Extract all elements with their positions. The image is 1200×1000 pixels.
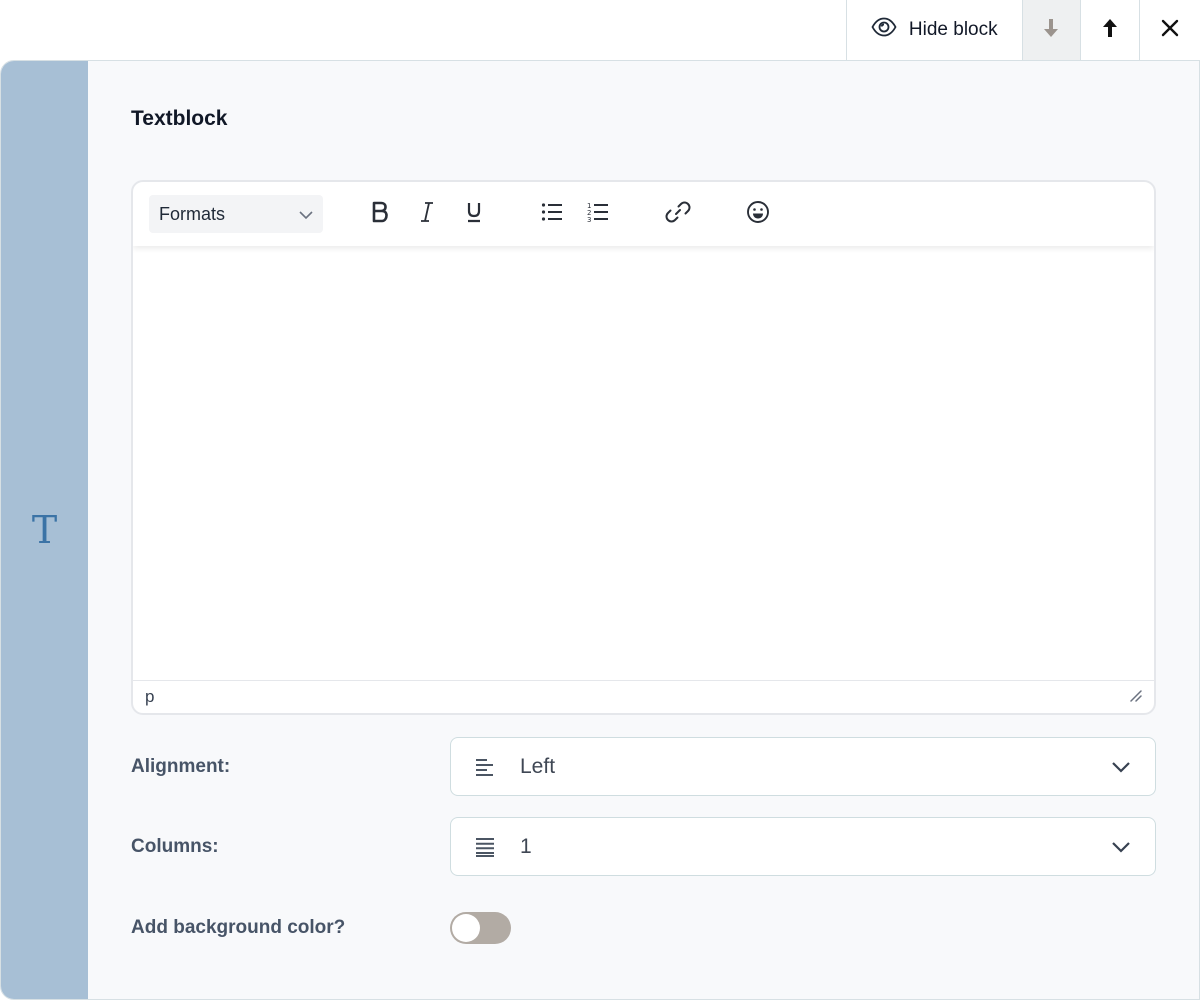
columns-select[interactable]: 1 xyxy=(450,817,1156,876)
alignment-label: Alignment: xyxy=(131,756,231,777)
italic-icon xyxy=(419,201,435,228)
chevron-down-icon xyxy=(1111,761,1131,773)
bullet-list-button[interactable] xyxy=(535,197,569,231)
element-path[interactable]: p xyxy=(145,687,154,707)
toggle-knob xyxy=(452,914,480,942)
emoji-button[interactable] xyxy=(741,197,775,231)
editor-content-area[interactable] xyxy=(133,246,1154,680)
move-down-button[interactable] xyxy=(1022,0,1082,60)
hide-block-label: Hide block xyxy=(908,19,998,40)
emoji-icon xyxy=(746,200,770,229)
numbered-list-icon: 123 xyxy=(587,201,609,228)
italic-button[interactable] xyxy=(410,197,444,231)
formats-dropdown[interactable]: Formats xyxy=(149,195,323,233)
chevron-down-icon xyxy=(299,204,313,225)
underline-button[interactable] xyxy=(457,197,491,231)
editor-statusbar: p xyxy=(133,680,1154,713)
close-icon xyxy=(1161,19,1179,42)
eye-icon xyxy=(871,17,897,43)
svg-text:3: 3 xyxy=(587,216,591,223)
block-title: Textblock xyxy=(131,107,228,130)
background-color-toggle[interactable] xyxy=(450,912,511,944)
editor-toolbar: Formats 1 2 3 xyxy=(133,182,1154,246)
chevron-down-icon xyxy=(1111,841,1131,853)
arrow-up-icon xyxy=(1102,18,1118,43)
numbered-list-button[interactable]: 123 xyxy=(581,197,615,231)
formats-label: Formats xyxy=(159,203,226,224)
bold-button[interactable] xyxy=(363,197,397,231)
background-color-label: Add background color? xyxy=(131,917,346,938)
link-icon xyxy=(665,199,691,230)
move-up-button[interactable] xyxy=(1081,0,1141,60)
align-justify-icon xyxy=(475,837,497,857)
hide-block-button[interactable]: Hide block xyxy=(847,0,1023,60)
align-left-icon xyxy=(475,757,497,777)
rich-text-editor: Formats 1 2 3 p xyxy=(131,180,1156,715)
block-content: Textblock Formats 1 2 3 p Alignment: Lef… xyxy=(88,61,1199,999)
bullet-list-icon xyxy=(541,202,563,227)
alignment-value: Left xyxy=(520,754,556,778)
underline-icon xyxy=(466,201,482,228)
link-button[interactable] xyxy=(661,197,695,231)
resize-handle-icon[interactable] xyxy=(1128,687,1142,707)
columns-value: 1 xyxy=(520,834,532,858)
block-actions-bar: Hide block xyxy=(846,0,1200,61)
arrow-down-icon xyxy=(1043,18,1059,43)
block-type-rail[interactable]: T xyxy=(1,61,88,999)
close-block-button[interactable] xyxy=(1140,0,1200,60)
bold-icon xyxy=(371,201,389,228)
alignment-select[interactable]: Left xyxy=(450,737,1156,796)
textblock-card: T Textblock Formats 1 2 3 p Alignment: L… xyxy=(0,60,1200,1000)
text-type-icon: T xyxy=(31,508,58,552)
columns-label: Columns: xyxy=(131,836,219,857)
